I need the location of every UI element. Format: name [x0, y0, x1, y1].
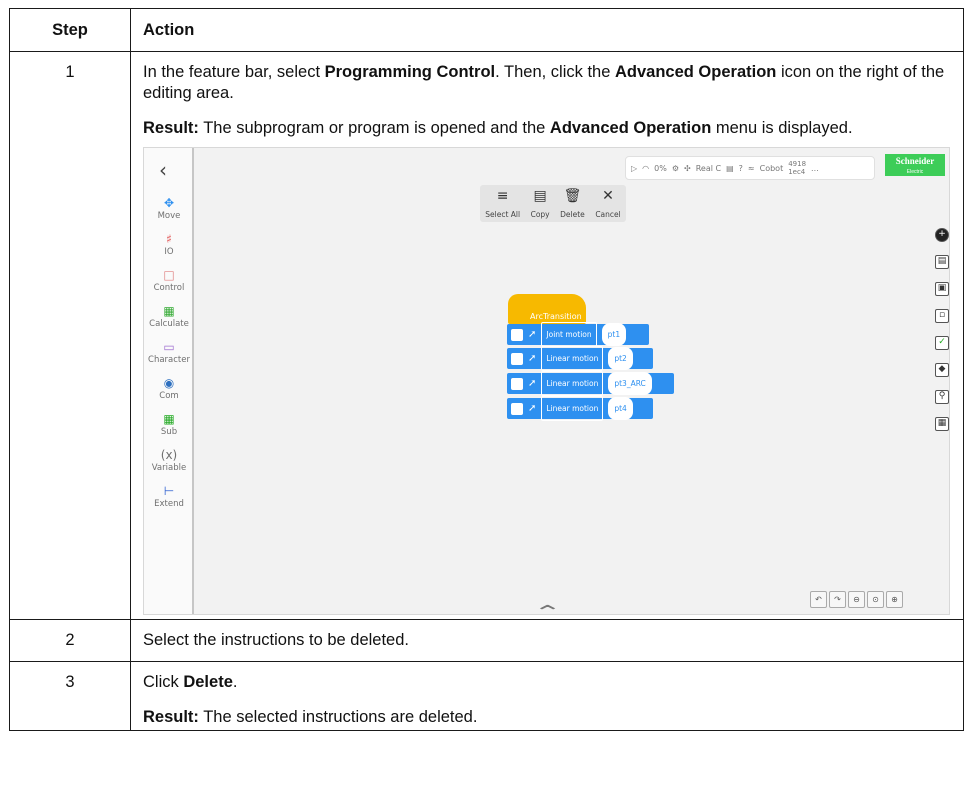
step-header: Step: [9, 8, 131, 52]
block-row[interactable]: ➚ Linear motion pt2: [507, 346, 653, 371]
sidebar-item-extend[interactable]: ⊢ Extend: [144, 484, 194, 509]
sidebar-item-sub[interactable]: ▦ Sub: [144, 412, 194, 437]
clipboard-icon[interactable]: ▤: [726, 158, 734, 179]
copy-icon: ▤: [533, 188, 547, 204]
action-cell-1: In the feature bar, select Programming C…: [130, 51, 964, 620]
control-icon: □: [163, 268, 175, 282]
character-icon: ▭: [163, 340, 175, 354]
motion-type-select[interactable]: Joint motion: [541, 322, 597, 347]
sidebar-item-variable[interactable]: (x) Variable: [144, 448, 194, 473]
block-row[interactable]: ➚ Joint motion pt1: [507, 322, 649, 347]
sidebar-item-com[interactable]: ◉ Com: [144, 376, 194, 401]
action-header: Action: [130, 8, 964, 52]
unlock-icon[interactable]: ⚲: [935, 390, 949, 404]
help-icon[interactable]: ?: [739, 158, 743, 179]
undo-icon[interactable]: ↶: [810, 591, 827, 608]
sidebar-item-io[interactable]: ♯ IO: [144, 232, 194, 257]
point-label[interactable]: pt4: [608, 397, 633, 420]
add-icon[interactable]: +: [935, 228, 949, 242]
wifi-icon: ≈: [747, 163, 755, 173]
step-number-2: 2: [9, 619, 131, 662]
instruction-text: In the feature bar, select Programming C…: [143, 63, 945, 102]
steps-table: Step Action 1 In the feature bar, select…: [9, 8, 964, 731]
sidebar: ‹ ✥ Move ♯ IO □ Control ▦ Calculate ▭ Charact…: [144, 148, 194, 614]
path-icon: ➚: [528, 353, 537, 364]
select-all-button[interactable]: ≡ Select All: [485, 188, 520, 222]
block-row[interactable]: ➚ Linear motion pt4: [507, 396, 653, 421]
globe-icon: ◉: [163, 376, 175, 390]
back-icon[interactable]: ‹: [159, 160, 167, 181]
redo-icon[interactable]: ↷: [829, 591, 846, 608]
move-icon: ✥: [163, 196, 175, 210]
result-text: Result: The subprogram or program is ope…: [143, 119, 853, 137]
row-checkbox[interactable]: [511, 377, 523, 390]
cobot-label: Cobot: [759, 163, 784, 173]
cancel-button[interactable]: ✕ Cancel: [595, 188, 620, 222]
real-mode[interactable]: Real C: [696, 158, 721, 179]
block-row[interactable]: ➚ Linear motion pt3_ARC: [507, 371, 674, 396]
advanced-operation-menu: ≡ Select All ▤ Copy 🗑 Delete ✕ Cancel: [480, 185, 626, 222]
robot-arm-icon: ✣: [684, 163, 691, 173]
action-cell-3: Click Delete. Result: The selected instr…: [130, 661, 964, 731]
select-all-icon: ≡: [496, 188, 509, 204]
motion-type-select[interactable]: Linear motion: [541, 396, 604, 421]
check-icon[interactable]: ✓: [935, 336, 949, 350]
motion-type-select[interactable]: Linear motion: [541, 371, 604, 396]
sub-icon: ▦: [163, 412, 175, 426]
play-icon[interactable]: ▷: [631, 158, 637, 179]
settings-icon[interactable]: ⚙: [672, 158, 679, 179]
close-icon: ✕: [602, 188, 614, 204]
speed-percent: 0%: [654, 163, 667, 173]
schneider-logo: Schneider Electric: [885, 154, 945, 176]
point-label[interactable]: pt2: [608, 347, 633, 370]
status-bar: ▷ ◠ 0% ⚙ ✣ Real C ▤ ? ≈ Cobot 4918 1ec4 .…: [625, 156, 875, 180]
sidebar-item-calculate[interactable]: ▦ Calculate: [144, 304, 194, 329]
instruction-text: Select the instructions to be deleted.: [143, 631, 409, 649]
row-checkbox[interactable]: [511, 402, 523, 415]
path-icon: ➚: [528, 378, 537, 389]
row-checkbox[interactable]: [511, 328, 523, 341]
shield-icon[interactable]: ◆: [935, 363, 949, 377]
result-text: Result: The selected instructions are de…: [143, 708, 478, 726]
trash-icon: 🗑: [563, 188, 582, 204]
action-cell-2: Select the instructions to be deleted.: [130, 619, 964, 662]
zoom-controls: ↶ ↷ ⊖ ⊙ ⊕: [810, 591, 903, 608]
copy-button[interactable]: ▤ Copy: [531, 188, 550, 222]
speed-icon: ◠: [642, 163, 650, 173]
path-icon: ➚: [528, 329, 537, 340]
chevron-up-icon[interactable]: ⌃: [532, 602, 562, 614]
folder-icon[interactable]: ▫: [935, 309, 949, 323]
point-label[interactable]: pt1: [601, 323, 627, 346]
path-icon: ➚: [528, 403, 537, 414]
more-button[interactable]: ...: [811, 158, 819, 179]
motion-type-select[interactable]: Linear motion: [541, 346, 604, 371]
extend-icon: ⊢: [163, 484, 175, 498]
sidebar-item-move[interactable]: ✥ Move: [144, 196, 194, 221]
save-icon[interactable]: ▤: [935, 255, 949, 269]
app-screenshot: ‹ ✥ Move ♯ IO □ Control ▦ Calculate ▭ Charact…: [143, 147, 950, 615]
zoom-in-icon[interactable]: ⊕: [886, 591, 903, 608]
sidebar-item-character[interactable]: ▭ Character: [144, 340, 194, 365]
row-checkbox[interactable]: [511, 352, 523, 365]
instruction-text: Click Delete.: [143, 673, 238, 691]
device-id: 4918 1ec4: [788, 160, 807, 176]
variable-icon: (x): [160, 448, 178, 462]
save-as-icon[interactable]: ▣: [935, 282, 949, 296]
zoom-fit-icon[interactable]: ⊙: [867, 591, 884, 608]
step-number-1: 1: [9, 51, 131, 620]
zoom-out-icon[interactable]: ⊖: [848, 591, 865, 608]
step-number-3: 3: [9, 661, 131, 731]
calculate-icon: ▦: [163, 304, 175, 318]
arc-transition-block[interactable]: ArcTransition: [508, 294, 586, 324]
sidebar-item-control[interactable]: □ Control: [144, 268, 194, 293]
calculator-icon[interactable]: ▦: [935, 417, 949, 431]
io-icon: ♯: [166, 232, 172, 246]
delete-button[interactable]: 🗑 Delete: [560, 188, 585, 222]
point-label[interactable]: pt3_ARC: [608, 372, 652, 395]
